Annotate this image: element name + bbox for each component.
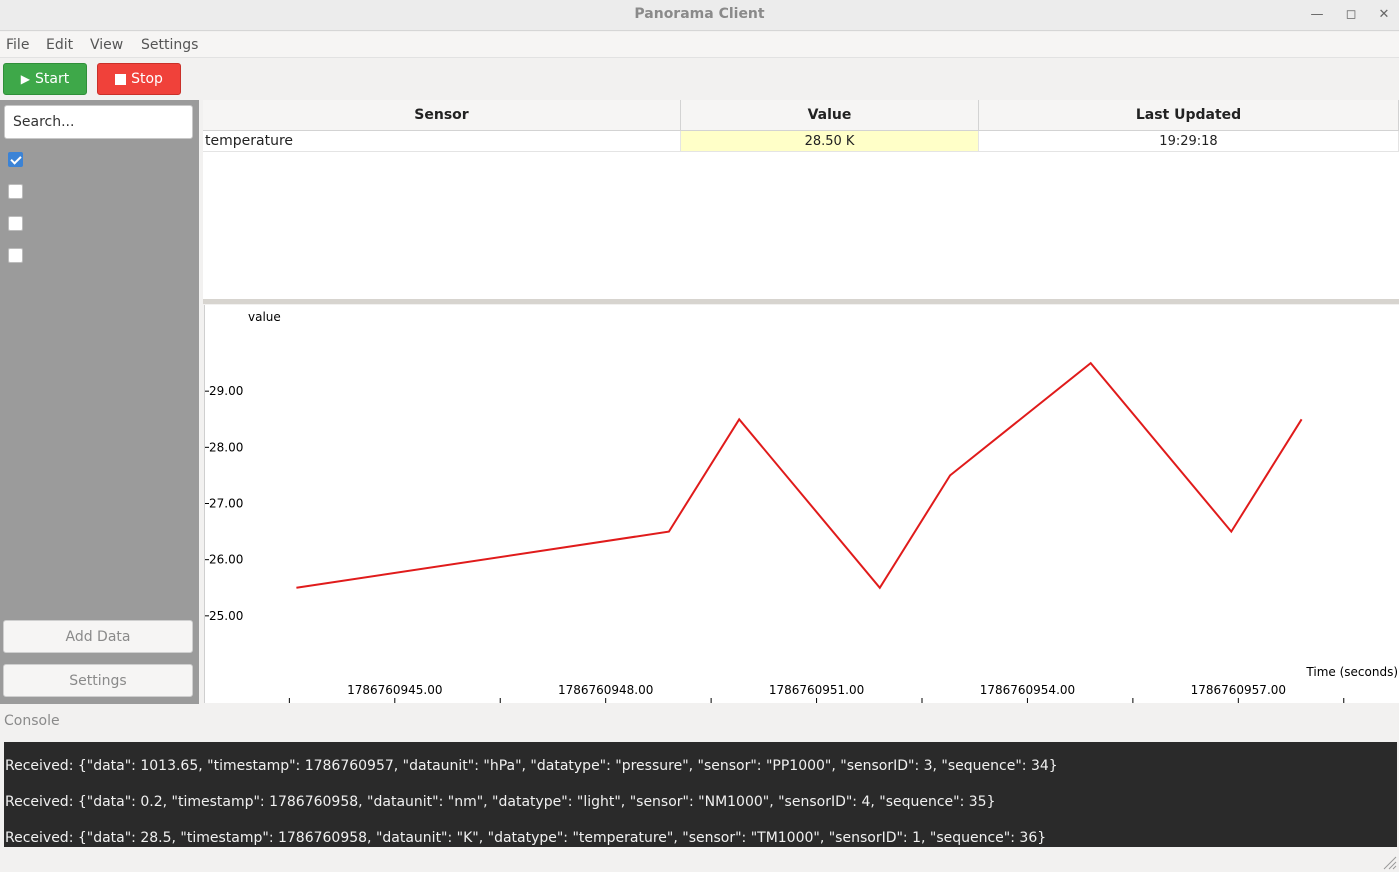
table-cell-last-updated[interactable]: 19:29:18 [979, 131, 1399, 152]
toolbar: ▶ Start Stop [0, 58, 1399, 100]
sensor-checkbox-2[interactable] [8, 184, 23, 199]
start-button[interactable]: ▶ Start [3, 63, 87, 95]
stop-icon [115, 73, 127, 85]
play-icon: ▶ [20, 72, 31, 86]
console-line: Received: {"data": 1013.65, "timestamp":… [5, 758, 1058, 774]
menu-file[interactable]: File [6, 37, 29, 53]
window-title: Panorama Client [634, 6, 765, 22]
sensor-checkbox-1[interactable] [8, 152, 23, 167]
menu-bar: File Edit View Settings [0, 32, 1399, 58]
x-tick-label: 1786760957.00 [1191, 683, 1286, 697]
close-icon[interactable]: ✕ [1374, 5, 1394, 25]
sensor-checkbox-4[interactable] [8, 248, 23, 263]
resize-grip-icon[interactable] [1381, 854, 1397, 870]
series-line [296, 361, 1303, 590]
console-line: Received: {"data": 0.2, "timestamp": 178… [5, 794, 996, 810]
splitter-handle[interactable] [203, 299, 1399, 304]
column-header-value[interactable]: Value [681, 100, 979, 131]
column-header-sensor[interactable]: Sensor [203, 100, 681, 131]
y-tick-label: 28.00 [209, 440, 243, 454]
table-cell-sensor[interactable]: temperature [203, 131, 681, 152]
menu-settings[interactable]: Settings [141, 37, 198, 53]
table-cell-value[interactable]: 28.50 K [681, 131, 979, 152]
console-line: Received: {"data": 28.5, "timestamp": 17… [5, 830, 1047, 846]
menu-view[interactable]: View [90, 37, 123, 53]
start-button-label: Start [35, 71, 70, 87]
minimize-icon[interactable]: — [1307, 5, 1327, 25]
y-tick-label: 25.00 [209, 609, 243, 623]
window-titlebar[interactable]: Panorama Client — ◻ ✕ [0, 0, 1399, 31]
add-data-button[interactable]: Add Data [3, 620, 193, 653]
x-tick-label: 1786760945.00 [347, 683, 442, 697]
x-tick-label: 1786760951.00 [769, 683, 864, 697]
y-tick-label: 27.00 [209, 497, 243, 511]
x-tick-label: 1786760954.00 [980, 683, 1075, 697]
console-label: Console [4, 713, 60, 729]
settings-button[interactable]: Settings [3, 664, 193, 697]
maximize-icon[interactable]: ◻ [1341, 5, 1361, 25]
x-tick-label: 1786760948.00 [558, 683, 653, 697]
chart-panel: value Time (seconds) 25.00 26.00 27.00 28.0… [204, 305, 1399, 703]
stop-button-label: Stop [131, 71, 163, 87]
y-axis-label: value [248, 310, 281, 324]
y-tick-label: 29.00 [209, 384, 243, 398]
search-input[interactable]: Search... [4, 105, 193, 139]
sensor-table: Sensor Value Last Updated temperature 28… [203, 100, 1399, 299]
column-header-last-updated[interactable]: Last Updated [979, 100, 1399, 131]
line-chart: value Time (seconds) 25.00 26.00 27.00 28.0… [205, 310, 1398, 703]
stop-button[interactable]: Stop [97, 63, 181, 95]
console-output[interactable]: Received: {"data": 1013.65, "timestamp":… [4, 742, 1397, 847]
menu-edit[interactable]: Edit [46, 37, 73, 53]
sensor-checkbox-3[interactable] [8, 216, 23, 231]
x-axis-label: Time (seconds) [1305, 665, 1398, 679]
y-tick-label: 26.00 [209, 553, 243, 567]
sidebar: Search... Add Data Settings [0, 100, 199, 704]
